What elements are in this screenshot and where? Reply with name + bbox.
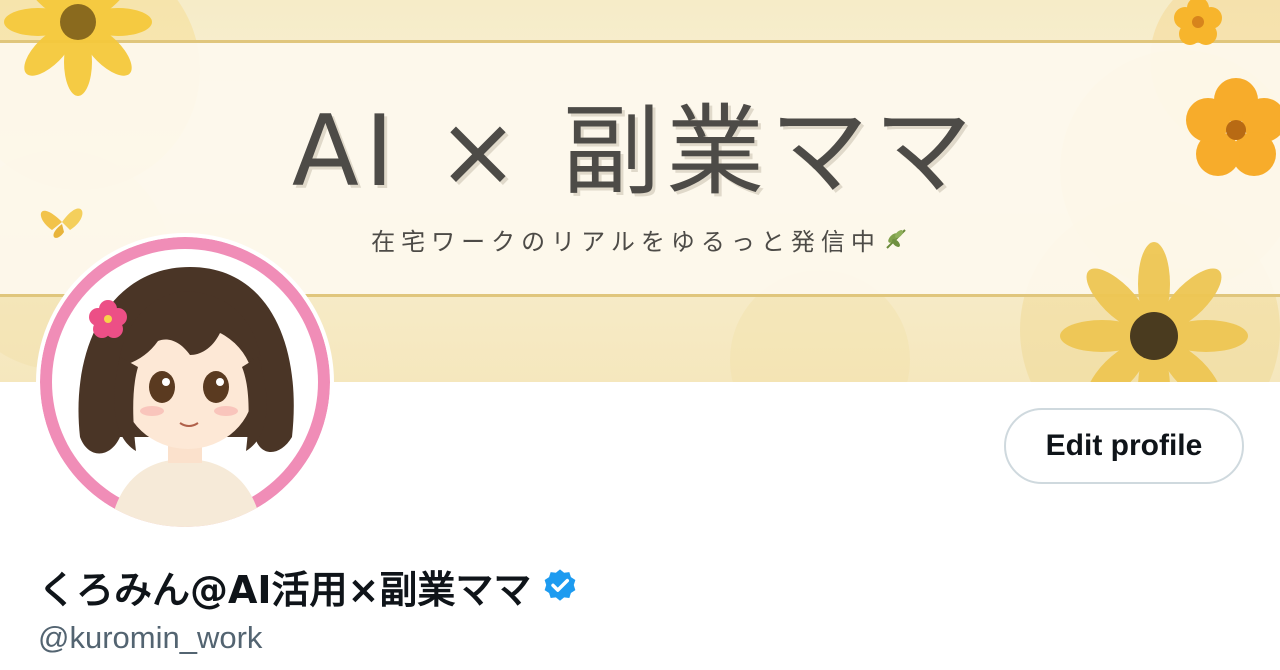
sunflower-icon bbox=[1060, 242, 1248, 382]
display-name-row: くろみん@AI活用×副業ママ bbox=[38, 558, 579, 614]
edit-profile-button[interactable]: Edit profile bbox=[1004, 408, 1244, 484]
leaf-icon bbox=[886, 229, 906, 249]
avatar-illustration bbox=[40, 237, 330, 527]
banner-subtitle-text: 在宅ワークのリアルをゆるっと発信中 bbox=[371, 228, 881, 256]
verified-badge-icon[interactable] bbox=[541, 567, 579, 605]
display-name: くろみん@AI活用×副業ママ bbox=[38, 567, 532, 612]
avatar-frame[interactable] bbox=[36, 233, 334, 531]
avatar[interactable] bbox=[40, 237, 330, 527]
banner-title: AI × 副業ママ bbox=[291, 95, 979, 209]
username-handle: @kuromin_work bbox=[38, 620, 263, 655]
profile-page: AI × 副業ママ 在宅ワークのリアルをゆるっと発信中 Edit profile… bbox=[0, 0, 1280, 670]
small-flower-icon bbox=[1174, 0, 1222, 45]
